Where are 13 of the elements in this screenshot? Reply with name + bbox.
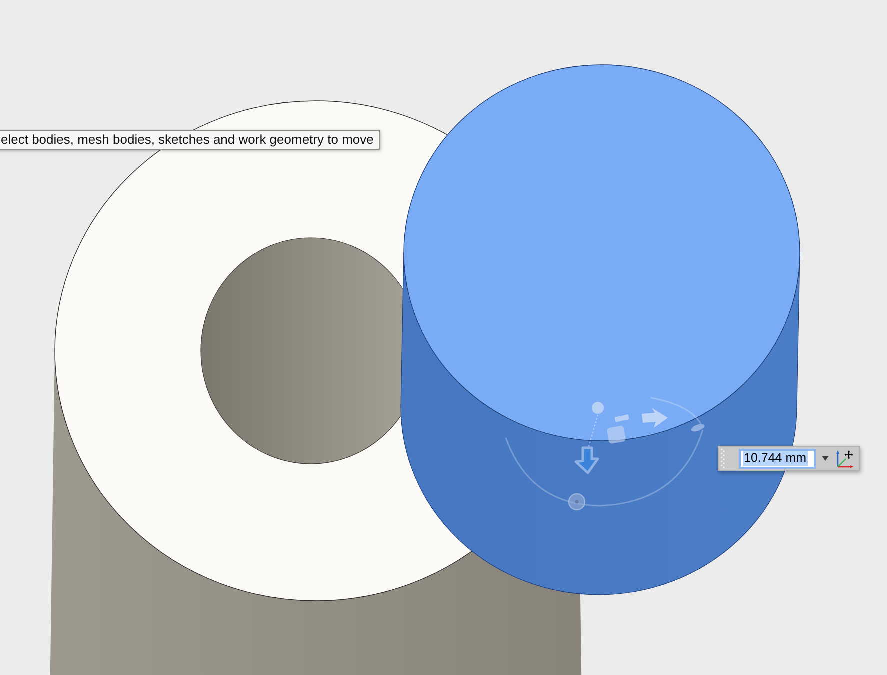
caret-icon[interactable] [822,456,829,461]
grip-icon[interactable] [721,448,725,469]
down-arrow-icon[interactable] [574,446,600,474]
ring-handle-icon[interactable] [568,493,586,511]
bar-handle-icon[interactable] [614,414,630,422]
axes-icon[interactable] [836,450,854,468]
right-arrow-icon[interactable] [642,408,668,428]
distance-field[interactable]: 10.744 mm [739,448,816,468]
sphere-handle-icon[interactable] [592,402,604,414]
plane-handle-icon[interactable] [606,426,626,444]
tooltip: elect bodies, mesh bodies, sketches and work geometry to move [0,130,380,150]
disc-handle-icon[interactable] [691,424,705,432]
rotation-arc[interactable] [505,397,704,507]
